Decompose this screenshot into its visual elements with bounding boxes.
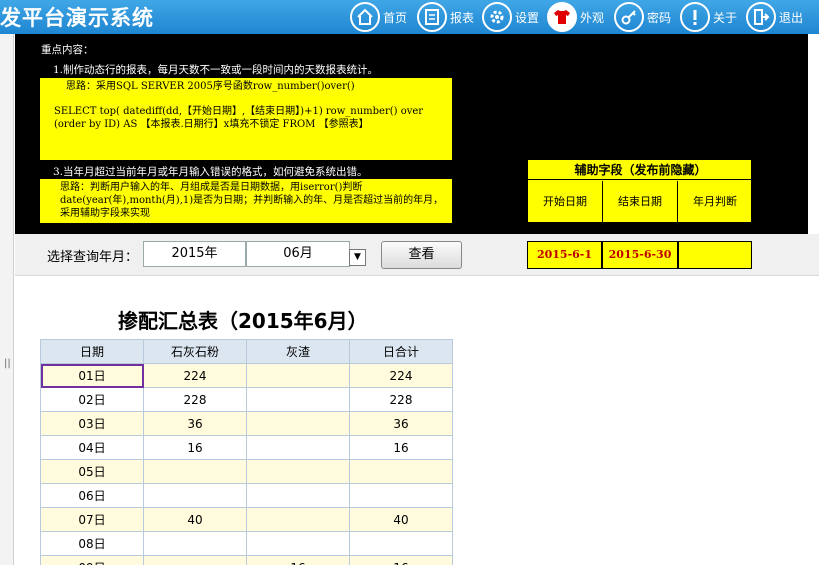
column-header: 石灰石粉 bbox=[143, 339, 247, 364]
nav-about[interactable]: 关于 bbox=[680, 1, 737, 33]
top-bar: 发平台演示系统 首页 报表 设置 外观 密码 关于 退出 bbox=[0, 0, 819, 34]
table-cell[interactable] bbox=[349, 483, 453, 508]
table-cell[interactable] bbox=[349, 531, 453, 556]
report-title: 掺配汇总表（2015年6月） bbox=[118, 309, 368, 333]
aux-col-start: 开始日期 bbox=[528, 181, 603, 223]
idea-box-1: 思路：采用SQL SERVER 2005序号函数row_number()over… bbox=[40, 78, 452, 160]
table-cell[interactable] bbox=[246, 459, 350, 484]
nav-appearance[interactable]: 外观 bbox=[547, 1, 604, 33]
month-check-value bbox=[678, 241, 752, 269]
nav-settings[interactable]: 设置 bbox=[482, 1, 539, 33]
report-icon bbox=[417, 2, 447, 32]
nav-password-label: 密码 bbox=[647, 10, 672, 25]
table-row: 04日 16 16 bbox=[40, 435, 453, 460]
nav-appearance-label: 外观 bbox=[580, 10, 605, 25]
key-icon bbox=[614, 2, 644, 32]
nav-exit-label: 退出 bbox=[779, 10, 804, 25]
end-date-value: 2015-6-30 bbox=[602, 241, 678, 269]
table-cell[interactable]: 16 bbox=[246, 555, 350, 565]
table-cell[interactable]: 224 bbox=[143, 363, 247, 388]
column-header: 灰渣 bbox=[246, 339, 350, 364]
idea-box-3: 思路：判断用户输入的年、月组成是否是日期数据，用iserror()判断date(… bbox=[40, 179, 452, 223]
table-cell[interactable]: 06日 bbox=[40, 483, 144, 508]
nav-home[interactable]: 首页 bbox=[350, 1, 407, 33]
table-cell[interactable] bbox=[246, 411, 350, 436]
table-cell[interactable] bbox=[246, 531, 350, 556]
table-cell[interactable]: 03日 bbox=[40, 411, 144, 436]
table-cell[interactable] bbox=[143, 483, 247, 508]
table-cell[interactable]: 36 bbox=[349, 411, 453, 436]
table-cell[interactable] bbox=[246, 507, 350, 532]
column-header: 日期 bbox=[40, 339, 144, 364]
table-row: 09日 16 16 bbox=[40, 555, 453, 565]
nav-settings-label: 设置 bbox=[515, 10, 540, 25]
view-button[interactable]: 查看 bbox=[381, 241, 462, 269]
shirt-icon bbox=[547, 2, 577, 32]
table-cell[interactable]: 01日 bbox=[40, 363, 144, 388]
nav-exit[interactable]: 退出 bbox=[746, 1, 803, 33]
table-header-row: 日期 石灰石粉 灰渣 日合计 bbox=[40, 339, 453, 364]
start-date-value: 2015-6-1 bbox=[527, 241, 602, 269]
table-cell[interactable]: 40 bbox=[143, 507, 247, 532]
app-title: 发平台演示系统 bbox=[0, 6, 154, 30]
info-icon bbox=[680, 2, 710, 32]
table-row: 02日 228 228 bbox=[40, 387, 453, 412]
info-item-1: 1.制作动态行的报表，每月天数不一致或一段时间内的天数报表统计。 bbox=[53, 64, 379, 76]
table-cell[interactable] bbox=[246, 387, 350, 412]
idea-3-text: 思路：判断用户输入的年、月组成是否是日期数据，用iserror()判断date(… bbox=[60, 182, 444, 219]
exit-icon bbox=[746, 2, 776, 32]
table-row: 01日 224 224 bbox=[40, 363, 453, 388]
table-cell[interactable] bbox=[349, 459, 453, 484]
nav-home-label: 首页 bbox=[383, 10, 408, 25]
table-row: 05日 bbox=[40, 459, 453, 484]
table-row: 08日 bbox=[40, 531, 453, 556]
table-cell[interactable]: 02日 bbox=[40, 387, 144, 412]
table-cell[interactable]: 16 bbox=[349, 555, 453, 565]
table-cell[interactable]: 07日 bbox=[40, 507, 144, 532]
table-cell[interactable]: 09日 bbox=[40, 555, 144, 565]
column-header: 日合计 bbox=[349, 339, 453, 364]
aux-col-check: 年月判断 bbox=[693, 195, 737, 208]
table-cell[interactable] bbox=[246, 483, 350, 508]
left-panel-strip: || bbox=[0, 34, 14, 565]
table-cell[interactable]: 16 bbox=[349, 435, 453, 460]
nav-password[interactable]: 密码 bbox=[614, 1, 671, 33]
info-heading: 重点内容： bbox=[41, 44, 94, 56]
nav-about-label: 关于 bbox=[713, 10, 738, 25]
table-cell[interactable]: 40 bbox=[349, 507, 453, 532]
month-select[interactable]: 06月 bbox=[246, 241, 350, 267]
nav-report[interactable]: 报表 bbox=[417, 1, 474, 33]
query-label: 选择查询年月： bbox=[47, 250, 139, 265]
table-cell[interactable]: 08日 bbox=[40, 531, 144, 556]
table-cell[interactable]: 228 bbox=[349, 387, 453, 412]
nav-report-label: 报表 bbox=[450, 10, 475, 25]
table-row: 03日 36 36 bbox=[40, 411, 453, 436]
table-cell[interactable]: 16 bbox=[143, 435, 247, 460]
chevron-down-icon[interactable]: ▼ bbox=[349, 249, 366, 266]
idea-1-text: 思路：采用SQL SERVER 2005序号函数row_number()over… bbox=[66, 81, 355, 92]
table-cell[interactable] bbox=[143, 555, 247, 565]
table-cell[interactable]: 05日 bbox=[40, 459, 144, 484]
splitter-handle-icon[interactable]: || bbox=[4, 358, 11, 369]
table-row: 06日 bbox=[40, 483, 453, 508]
info-item-3: 3.当年月超过当前年月或年月输入错误的格式，如何避免系统出错。 bbox=[53, 166, 368, 178]
home-icon bbox=[350, 2, 380, 32]
table-row: 07日 40 40 bbox=[40, 507, 453, 532]
table-cell[interactable]: 228 bbox=[143, 387, 247, 412]
year-input[interactable]: 2015年 bbox=[143, 241, 246, 267]
aux-fields-table: 辅助字段（发布前隐藏） 开始日期 结束日期 年月判断 bbox=[527, 159, 753, 223]
table-cell[interactable] bbox=[246, 435, 350, 460]
report-table: 日期 石灰石粉 灰渣 日合计 01日 224 224 02日 228 228 0… bbox=[40, 339, 453, 565]
sql-text: SELECT top( datediff(dd,【开始日期】,【结束日期】)+1… bbox=[54, 106, 424, 130]
table-cell[interactable]: 224 bbox=[349, 363, 453, 388]
aux-header: 辅助字段（发布前隐藏） bbox=[528, 160, 753, 180]
gear-icon bbox=[482, 2, 512, 32]
table-cell[interactable]: 04日 bbox=[40, 435, 144, 460]
table-cell[interactable] bbox=[143, 531, 247, 556]
aux-col-end: 结束日期 bbox=[603, 181, 678, 223]
table-cell[interactable]: 36 bbox=[143, 411, 247, 436]
table-cell[interactable] bbox=[143, 459, 247, 484]
table-cell[interactable] bbox=[246, 363, 350, 388]
